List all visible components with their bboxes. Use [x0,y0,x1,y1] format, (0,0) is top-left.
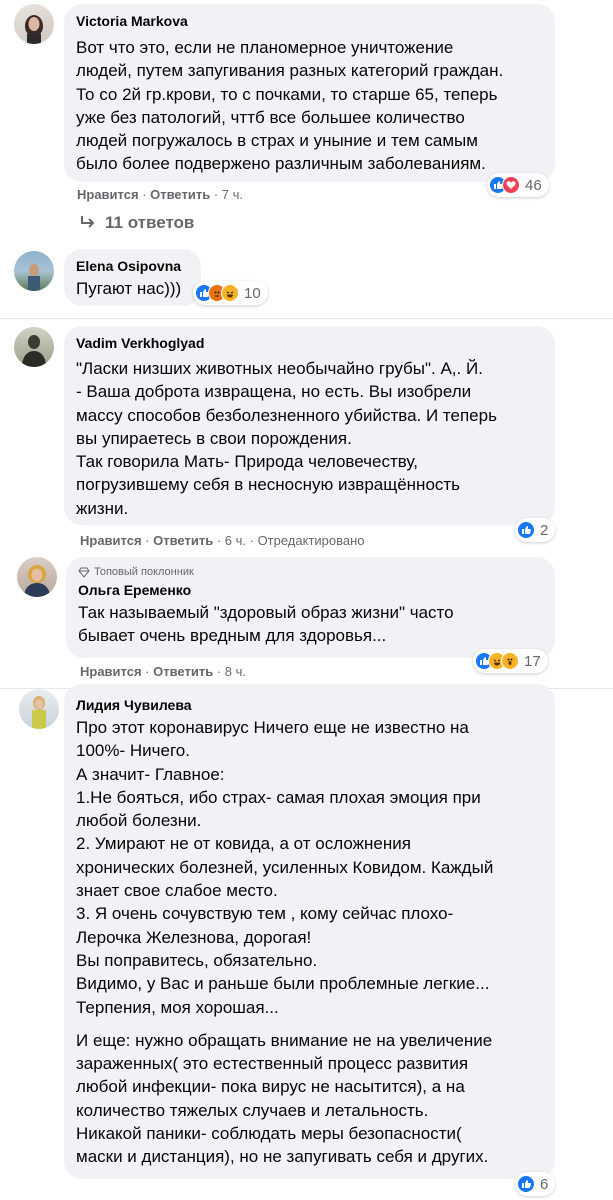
comment-text: Пугают нас))) [76,279,182,298]
reaction-summary[interactable]: 10 [193,281,268,305]
top-fan-badge[interactable]: Топовый поклонник [78,565,543,579]
haha-reaction-icon [221,284,239,302]
view-replies-button[interactable]: 11 ответов [79,213,194,233]
comment-bubble: Топовый поклонник Ольга Еременко Так наз… [66,557,555,658]
avatar-photo [28,264,40,291]
comment-bubble: Elena Osipovna Пугают нас))) [64,249,201,306]
replies-count: 11 ответов [105,213,195,232]
like-reaction-icon [517,521,535,539]
avatar-photo [22,335,46,367]
like-reaction-icon [517,1175,535,1193]
timestamp[interactable]: 6 ч. [225,533,246,548]
comment-author[interactable]: Vadim Verkhoglyad [76,334,543,352]
comment-actions: Нравится · Ответить · 6 ч. · Отредактиро… [80,533,365,548]
avatar[interactable] [17,557,57,597]
comment-text: Вот что это, если не планомерное уничтож… [76,38,504,174]
comment-text: Так называемый "здоровый образ жизни" ча… [78,603,454,646]
avatar[interactable] [14,4,54,44]
reaction-summary[interactable]: 46 [487,173,549,197]
comment-text: "Ласки низших животных необычайно грубы"… [76,359,497,518]
reply-arrow-icon [81,216,95,228]
love-reaction-icon [502,176,520,194]
comment-author[interactable]: Лидия Чувилева [76,696,543,714]
avatar-photo [32,696,46,729]
reply-link[interactable]: Ответить [153,664,213,679]
reply-link[interactable]: Ответить [150,187,210,202]
reaction-count: 46 [525,176,542,194]
reaction-count: 17 [524,652,541,670]
avatar[interactable] [19,689,59,729]
reaction-summary[interactable]: 2 [515,518,556,542]
comment-author[interactable]: Ольга Еременко [78,581,543,599]
reaction-summary[interactable]: 17 [473,649,548,673]
wow-reaction-icon [501,652,519,670]
reaction-summary[interactable]: 6 [515,1172,556,1196]
timestamp[interactable]: 8 ч. [225,664,246,679]
comment-actions: Нравится · Ответить · 7 ч. [77,187,243,202]
reaction-count: 2 [540,521,549,539]
reply-link[interactable]: Ответить [153,533,213,548]
timestamp[interactable]: 7 ч. [222,187,243,202]
like-link[interactable]: Нравится [77,187,139,202]
avatar[interactable] [14,327,54,367]
comment-text-paragraph-2: И еще: нужно обращать внимание не на уве… [76,1030,493,1167]
avatar-photo [25,15,43,44]
edited-label[interactable]: Отредактировано [258,533,365,548]
comment-bubble: Vadim Verkhoglyad "Ласки низших животных… [64,326,555,525]
comment-actions: Нравится · Ответить · 8 ч. [80,664,246,679]
like-link[interactable]: Нравится [80,664,142,679]
comment-bubble: Victoria Markova Вот что это, если не пл… [64,4,555,182]
diamond-icon [78,567,90,578]
comment-bubble: Лидия Чувилева Про этот коронавирус Ниче… [64,684,555,1179]
avatar-photo [24,565,50,597]
reaction-count: 10 [244,284,261,302]
badge-label: Топовый поклонник [94,566,194,578]
comment-author[interactable]: Victoria Markova [76,12,543,30]
comment-author[interactable]: Elena Osipovna [76,257,189,275]
comment-text: Про этот коронавирус Ничего еще не извес… [76,718,494,1017]
like-link[interactable]: Нравится [80,533,142,548]
reaction-count: 6 [540,1175,549,1193]
divider [0,318,613,319]
avatar[interactable] [14,251,54,291]
